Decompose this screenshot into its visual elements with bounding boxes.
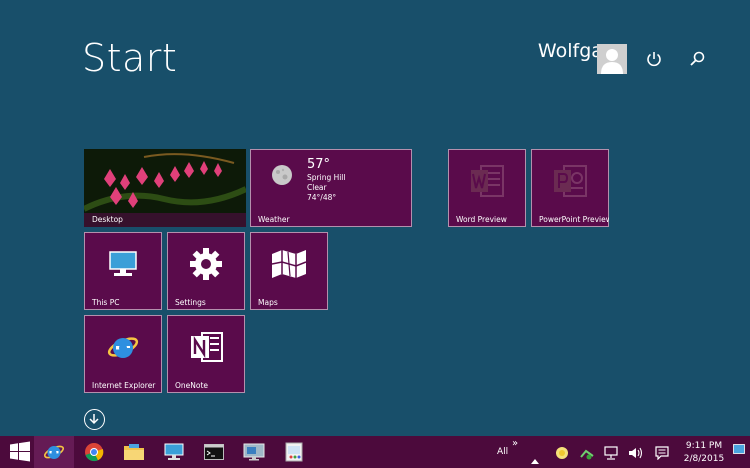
tile-weather[interactable]: 57° Spring Hill Clear 74°/48° Weather <box>250 149 412 227</box>
arrow-down-circle-icon[interactable] <box>84 409 105 430</box>
tile-label: Settings <box>175 298 206 307</box>
tile-label: Maps <box>258 298 278 307</box>
tile-settings[interactable]: Settings <box>167 232 245 310</box>
word-icon <box>469 164 505 202</box>
remote-desktop-icon[interactable] <box>234 436 274 468</box>
computer-icon <box>108 250 138 282</box>
action-center-icon[interactable] <box>655 445 669 464</box>
taskbar: » All <box>0 436 750 468</box>
clock-time: 9:11 PM <box>685 441 723 451</box>
map-icon <box>270 248 308 284</box>
gear-icon <box>189 247 223 285</box>
tile-onenote[interactable]: OneNote <box>167 315 245 393</box>
internet-explorer-icon[interactable] <box>34 436 74 468</box>
weather-condition: Clear <box>307 183 327 192</box>
tray-sync-icon[interactable] <box>579 446 595 465</box>
command-prompt-icon[interactable] <box>194 436 234 468</box>
search-icon[interactable] <box>688 50 706 68</box>
weather-range: 74°/48° <box>307 193 337 202</box>
page-title: Start <box>82 36 178 80</box>
toolbar-all-label[interactable]: All <box>497 447 508 457</box>
power-icon[interactable] <box>645 50 663 68</box>
weather-location: Spring Hill <box>307 173 346 182</box>
show-hidden-icons-icon[interactable] <box>531 449 539 468</box>
network-icon[interactable] <box>604 445 618 464</box>
paint-icon[interactable] <box>274 436 314 468</box>
clock-date: 2/8/2015 <box>683 454 725 464</box>
moon-icon <box>270 163 294 191</box>
tray-app-icon[interactable] <box>555 445 569 464</box>
powerpoint-icon <box>552 164 588 202</box>
tile-desktop[interactable]: Desktop <box>84 149 246 227</box>
this-pc-icon[interactable] <box>154 436 194 468</box>
weather-temperature: 57° <box>307 157 331 172</box>
tile-maps[interactable]: Maps <box>250 232 328 310</box>
tile-label: This PC <box>92 298 120 307</box>
user-silhouette-icon[interactable] <box>597 44 627 74</box>
tile-label: Internet Explorer <box>92 381 156 390</box>
chrome-icon[interactable] <box>74 436 114 468</box>
tile-internet-explorer[interactable]: Internet Explorer <box>84 315 162 393</box>
onenote-icon <box>188 330 224 368</box>
tile-label: Weather <box>258 215 290 224</box>
internet-explorer-icon <box>106 331 140 367</box>
toolbar-chevron[interactable]: » <box>512 438 518 449</box>
tile-label: OneNote <box>175 381 209 390</box>
show-desktop-icon[interactable] <box>733 439 745 458</box>
tile-this-pc[interactable]: This PC <box>84 232 162 310</box>
tile-label: Desktop <box>92 215 123 224</box>
tile-label: Word Preview <box>456 215 507 224</box>
file-explorer-icon[interactable] <box>114 436 154 468</box>
tile-word-preview[interactable]: Word Preview <box>448 149 526 227</box>
tile-label: PowerPoint Preview <box>539 215 609 224</box>
tile-powerpoint-preview[interactable]: PowerPoint Preview <box>531 149 609 227</box>
system-clock[interactable]: 9:11 PM 2/8/2015 <box>682 440 726 466</box>
volume-icon[interactable] <box>628 445 644 464</box>
